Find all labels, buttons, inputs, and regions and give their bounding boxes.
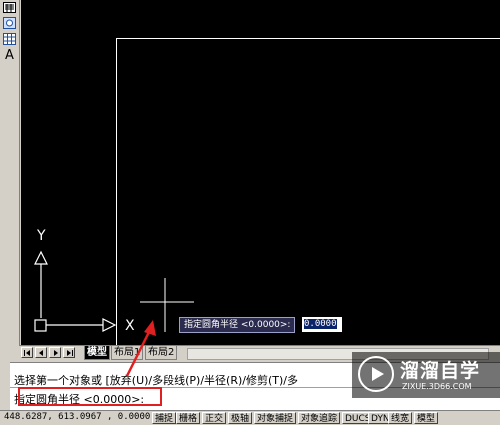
first-tab-icon [23,349,30,356]
next-tab-icon [53,349,58,356]
play-logo-icon [358,356,394,392]
otrack-toggle[interactable]: 对象追踪 [298,412,341,424]
last-tab-icon [66,349,73,356]
ortho-toggle[interactable]: 正交 [202,412,227,424]
first-tab-button[interactable] [21,347,33,358]
dynamic-input-value: 0.0000 [304,319,337,329]
ucs-icon [34,250,117,332]
watermark-title: 溜溜自学 [400,360,481,382]
watermark-logo: 溜溜自学 ZIXUE.3D66.COM [352,352,500,398]
polar-toggle[interactable]: 极轴 [228,412,253,424]
annotation-highlight-box [18,387,162,406]
region-tool-icon[interactable] [2,16,17,30]
dynamic-input-field[interactable]: 0.0000 [301,316,343,333]
snap-toggle[interactable]: 捕捉 [152,412,177,424]
cursor-coordinates: 448.6287, 613.0967 , 0.0000 [4,412,151,422]
hatch-tool-icon[interactable] [2,0,17,14]
status-bar: 448.6287, 613.0967 , 0.0000 捕捉 栅格 正交 极轴 … [0,410,500,425]
model-space-toggle[interactable]: 模型 [414,412,439,424]
drawing-canvas[interactable]: Y X 指定圆角半径 <0.0000>: 0.0000 [21,0,500,345]
next-tab-button[interactable] [49,347,61,358]
mtext-tool-icon[interactable]: A [2,48,17,63]
table-tool-icon[interactable] [2,32,17,46]
grid-toggle[interactable]: 栅格 [176,412,201,424]
prev-tab-button[interactable] [35,347,47,358]
ucs-y-label: Y [37,228,46,244]
tab-model[interactable]: 模型 [84,346,110,360]
dynamic-input-prompt: 指定圆角半径 <0.0000>: [179,317,296,333]
lineweight-toggle[interactable]: 线宽 [388,412,413,424]
annotation-arrow-icon [125,320,156,377]
osnap-toggle[interactable]: 对象捕捉 [254,412,297,424]
last-tab-button[interactable] [63,347,75,358]
left-toolbar: A [0,0,20,345]
prev-tab-icon [38,349,43,356]
watermark-url: ZIXUE.3D66.COM [402,382,472,391]
